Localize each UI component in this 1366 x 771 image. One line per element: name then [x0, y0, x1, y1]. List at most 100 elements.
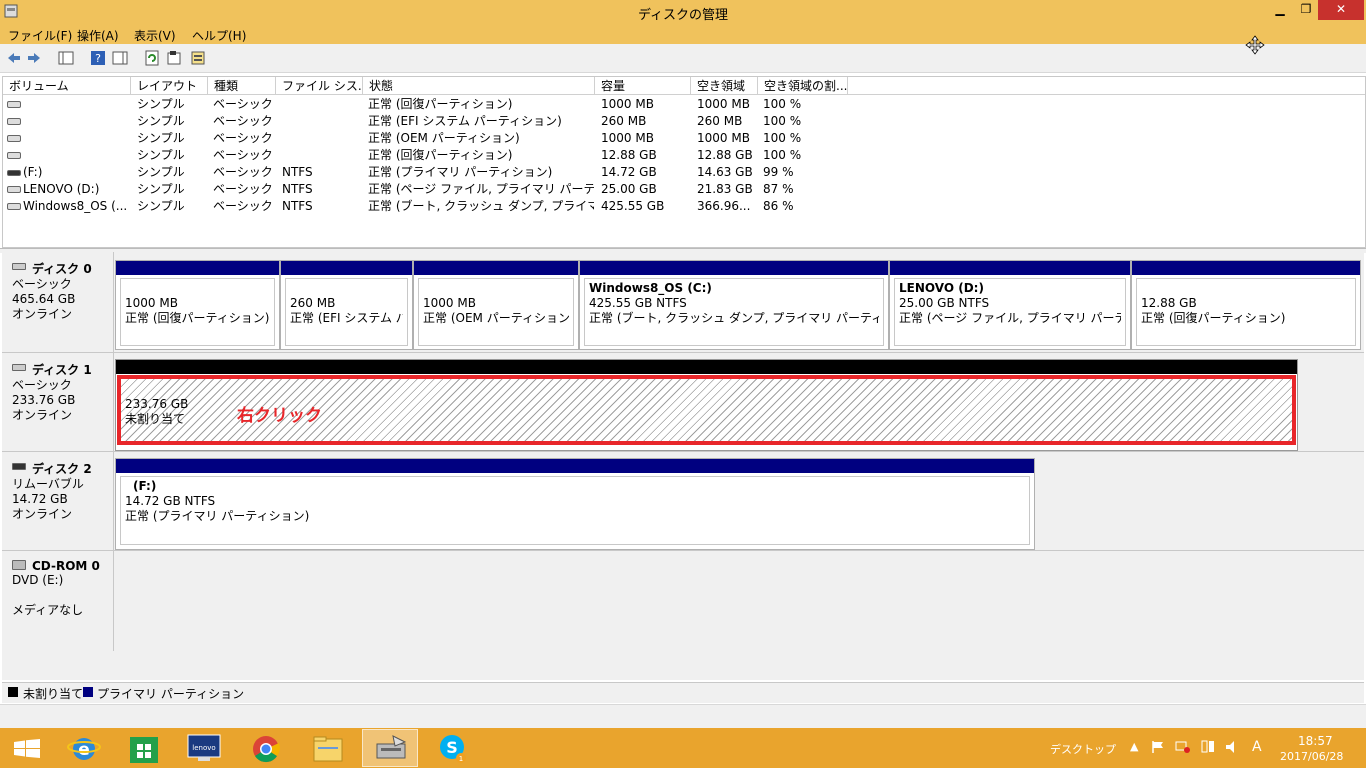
partition-unallocated[interactable]: 233.76 GB 未割り当て 右クリック — [115, 359, 1298, 451]
disk-row-cdrom: CD-ROM 0 DVD (E:) メディアなし — [2, 551, 1364, 651]
volume-cell-layout: シンプル — [137, 182, 185, 196]
volume-cell-status: 正常 (回復パーティション) — [368, 97, 513, 111]
volume-cell-status: 正常 (プライマリ パーティション) — [368, 165, 553, 179]
partition-status: 正常 (ブート, クラッシュ ダンプ, プライマリ パーティション) — [589, 311, 879, 325]
column-header-volume[interactable]: ボリューム — [3, 77, 131, 95]
partition-bar — [116, 360, 1297, 374]
volume-cell-free: 12.88 GB — [697, 148, 753, 162]
volume-row[interactable]: シンプル ベーシック 正常 (回復パーティション) 1000 MB 1000 MB 100… — [3, 96, 1103, 113]
partition-lenovo[interactable]: LENOVO (D:) 25.00 GB NTFS 正常 (ページ ファイル, プラ… — [889, 260, 1131, 350]
column-header-layout[interactable]: レイアウト — [131, 77, 208, 95]
volume-cell-type: ベーシック — [213, 182, 273, 196]
status-bar — [0, 704, 1366, 729]
partition-recovery-1[interactable]: 1000 MB 正常 (回復パーティション) — [115, 260, 280, 350]
volume-cell-capacity: 25.00 GB — [601, 182, 657, 196]
help-icon[interactable]: ? — [90, 50, 106, 66]
right-click-highlight[interactable]: 233.76 GB 未割り当て 右クリック — [117, 375, 1296, 445]
volume-cell-type: ベーシック — [213, 131, 273, 145]
disk-row-2: ディスク 2 リムーバブル 14.72 GB オンライン (F:) 14.72 G… — [2, 452, 1364, 551]
volume-cell-free: 260 MB — [697, 114, 743, 128]
volume-row[interactable]: Windows8_OS (... シンプル ベーシック NTFS 正常 (ブート, クラ… — [3, 198, 1103, 215]
title-bar[interactable]: ディスクの管理 ▁ ❐ ✕ — [0, 0, 1366, 24]
removable-disk-icon — [12, 463, 26, 470]
volume-cell-status: 正常 (ブート, クラッシュ ダンプ, プライマリ パ... — [368, 199, 594, 213]
volume-cell-pct: 100 % — [763, 131, 802, 145]
desktop-toolbar-label[interactable]: デスクトップ — [1050, 741, 1116, 757]
partition-size: 25.00 GB NTFS — [899, 296, 990, 310]
partition-status: 正常 (プライマリ パーティション) — [125, 509, 310, 523]
cdrom-0-label[interactable]: CD-ROM 0 DVD (E:) メディアなし — [4, 551, 114, 651]
volume-row[interactable]: LENOVO (D:) シンプル ベーシック NTFS 正常 (ページ ファイル, プラ… — [3, 181, 1103, 198]
action-center-flag-icon[interactable] — [1151, 740, 1165, 754]
right-click-annotation: 右クリック — [237, 406, 322, 426]
clock-date[interactable]: 2017/06/28 — [1280, 750, 1343, 763]
volume-row[interactable]: シンプル ベーシック 正常 (EFI システム パーティション) 260 MB 260 … — [3, 113, 1103, 130]
windows-start-icon[interactable] — [0, 729, 56, 767]
window-title: ディスクの管理 — [637, 8, 729, 23]
battery-icon[interactable] — [1200, 739, 1216, 755]
volume-cell-pct: 99 % — [763, 165, 794, 179]
disk-0-label[interactable]: ディスク 0 ベーシック 465.64 GB オンライン — [4, 252, 114, 352]
volume-cell-capacity: 1000 MB — [601, 97, 654, 111]
toolbar: ? — [0, 44, 1366, 73]
partition-recovery-2[interactable]: 12.88 GB 正常 (回復パーティション) — [1131, 260, 1361, 350]
partition-oem[interactable]: 1000 MB 正常 (OEM パーティション) — [413, 260, 579, 350]
volume-cell-pct: 100 % — [763, 148, 802, 162]
volume-row[interactable]: シンプル ベーシック 正常 (回復パーティション) 12.88 GB 12.88 GB 1… — [3, 147, 1103, 164]
restore-button[interactable]: ❐ — [1292, 0, 1320, 20]
column-header-free[interactable]: 空き領域 — [691, 77, 758, 95]
disk-2-size: 14.72 GB — [12, 492, 68, 506]
ime-indicator[interactable]: A — [1252, 739, 1262, 755]
partition-title: Windows8_OS (C:) — [589, 281, 712, 295]
minimize-button[interactable]: ▁ — [1266, 0, 1294, 20]
disk-1-label[interactable]: ディスク 1 ベーシック 233.76 GB オンライン — [4, 353, 114, 451]
skype-icon[interactable]: S1 — [424, 729, 480, 767]
volume-row[interactable]: (F:) シンプル ベーシック NTFS 正常 (プライマリ パーティション) 14.72… — [3, 164, 1103, 181]
network-disconnected-icon[interactable] — [1175, 740, 1191, 754]
partition-windows-os[interactable]: Windows8_OS (C:) 425.55 GB NTFS 正常 (ブート, ク… — [579, 260, 889, 350]
export-icon[interactable] — [190, 50, 206, 66]
column-header-free-pct[interactable]: 空き領域の割... — [758, 77, 848, 95]
column-header-filesystem[interactable]: ファイル シス... — [276, 77, 363, 95]
column-header-status[interactable]: 状態 — [363, 77, 595, 95]
lenovo-icon[interactable]: lenovo — [176, 729, 232, 767]
volume-cell-fs: NTFS — [282, 165, 313, 179]
forward-arrow-icon[interactable] — [26, 50, 42, 66]
column-header-capacity[interactable]: 容量 — [595, 77, 691, 95]
internet-explorer-icon[interactable]: e — [56, 729, 112, 767]
action-pane-icon[interactable] — [112, 50, 128, 66]
partition-size: 1000 MB — [423, 296, 476, 310]
file-explorer-icon[interactable] — [300, 729, 356, 767]
menu-view[interactable]: 表示(V) — [134, 27, 176, 44]
column-header-type[interactable]: 種類 — [208, 77, 276, 95]
volume-icon[interactable] — [1225, 740, 1239, 754]
console-tree-icon[interactable] — [58, 50, 74, 66]
volume-icon — [7, 186, 21, 193]
menu-help[interactable]: ヘルプ(H) — [192, 27, 246, 44]
chrome-icon[interactable] — [238, 729, 294, 767]
volume-row[interactable]: シンプル ベーシック 正常 (OEM パーティション) 1000 MB 1000 MB 1… — [3, 130, 1103, 147]
properties-icon[interactable] — [166, 50, 182, 66]
partition-size: 425.55 GB NTFS — [589, 296, 687, 310]
disk-management-icon[interactable] — [362, 729, 418, 767]
partition-usb-f[interactable]: (F:) 14.72 GB NTFS 正常 (プライマリ パーティション) — [115, 458, 1035, 550]
volume-cell-layout: シンプル — [137, 165, 185, 179]
store-icon[interactable] — [116, 729, 172, 767]
volume-icon — [7, 203, 21, 210]
volume-cell-volume: (F:) — [23, 165, 43, 179]
clock-time[interactable]: 18:57 — [1298, 734, 1333, 748]
disk-2-label[interactable]: ディスク 2 リムーバブル 14.72 GB オンライン — [4, 452, 114, 550]
svg-text:S: S — [446, 738, 458, 757]
partition-status: 正常 (回復パーティション) — [125, 311, 270, 325]
menu-action[interactable]: 操作(A) — [77, 27, 119, 44]
refresh-icon[interactable] — [144, 50, 160, 66]
volume-cell-layout: シンプル — [137, 131, 185, 145]
menu-file[interactable]: ファイル(F) — [8, 27, 72, 44]
partition-efi[interactable]: 260 MB正常 (EFI システム パー — [280, 260, 413, 350]
back-arrow-icon[interactable] — [6, 50, 22, 66]
close-button[interactable]: ✕ — [1318, 0, 1364, 20]
cdrom-0-name: CD-ROM 0 — [32, 559, 100, 573]
show-hidden-icons-icon[interactable]: ▲ — [1130, 740, 1138, 753]
volume-cell-status: 正常 (EFI システム パーティション) — [368, 114, 562, 128]
disk-2-state: オンライン — [12, 507, 73, 521]
